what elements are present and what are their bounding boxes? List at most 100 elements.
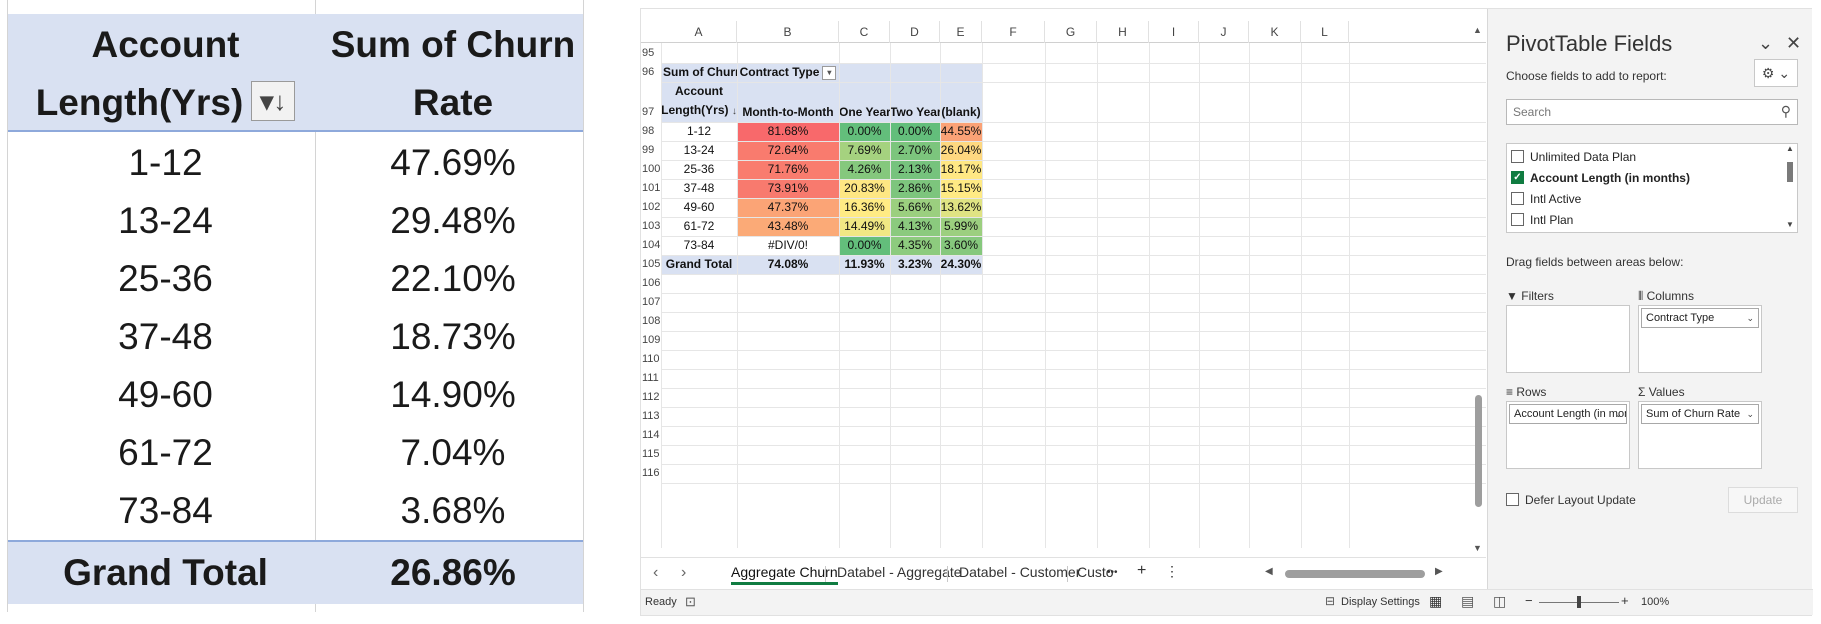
pivot-value-cell[interactable]: #DIV/0! <box>737 236 839 255</box>
pivot-value-cell[interactable]: 7.69% <box>839 141 890 160</box>
pivot-value-cell[interactable]: 72.64% <box>737 141 839 160</box>
checkbox[interactable] <box>1511 150 1524 164</box>
pivot-value-cell[interactable]: 47.37% <box>737 198 839 217</box>
zoom-out-icon[interactable]: − <box>1525 593 1533 608</box>
row-header[interactable]: 95 <box>641 47 661 59</box>
pane-close-icon[interactable]: ✕ <box>1786 33 1801 54</box>
worksheet-grid[interactable]: ABCDEFGHIJKL 95 96 97 98 99 100 101 102 103 104 10… <box>641 9 1486 557</box>
column-header[interactable]: G <box>1045 21 1097 43</box>
pivot-value-cell[interactable]: 2.13% <box>890 160 940 179</box>
field-item[interactable]: Intl Active <box>1511 192 1581 206</box>
pivot-value-cell[interactable]: 0.00% <box>890 122 940 141</box>
pivot-value-cell[interactable]: 2.70% <box>890 141 940 160</box>
field-scroll-up-icon[interactable]: ▲ <box>1786 144 1794 153</box>
pivot-grand-total-label[interactable]: Grand Total <box>661 255 737 274</box>
pivot-value-cell[interactable]: 3.60% <box>940 236 982 255</box>
field-list-scroll-thumb[interactable] <box>1787 162 1793 182</box>
column-header[interactable]: A <box>661 21 737 43</box>
row-header[interactable]: 99 <box>641 144 661 156</box>
values-chip-sum-churn[interactable]: Sum of Churn Rate ⌄ <box>1641 404 1759 424</box>
pivot-grand-total-value[interactable]: 24.30% <box>940 255 982 274</box>
column-header[interactable]: J <box>1199 21 1249 43</box>
pivot-value-cell[interactable]: 20.83% <box>839 179 890 198</box>
update-button[interactable]: Update <box>1728 487 1798 513</box>
horizontal-scrollbar[interactable]: ◀ ▶ <box>1265 566 1443 578</box>
page-break-icon[interactable]: ◫ <box>1493 593 1506 610</box>
display-settings-button[interactable]: Display Settings <box>1341 596 1420 608</box>
pivot-column-field[interactable]: Contract Type ▾ <box>737 63 839 82</box>
row-header[interactable]: 113 <box>641 410 661 422</box>
column-header[interactable]: C <box>839 21 890 43</box>
pivot-row-label[interactable]: 1-12 <box>661 122 737 141</box>
pivot-value-cell[interactable]: 26.04% <box>940 141 982 160</box>
pivot-col-header[interactable]: Month-to-Month <box>737 82 839 122</box>
scroll-right-icon[interactable]: ▶ <box>1435 566 1443 577</box>
row-header[interactable]: 104 <box>641 239 661 251</box>
pane-options-chevron-icon[interactable]: ⌄ <box>1758 33 1773 54</box>
column-header[interactable]: K <box>1249 21 1301 43</box>
row-header[interactable]: 97 <box>641 106 661 118</box>
field-search-input[interactable]: Search ⚲ <box>1506 99 1798 125</box>
columns-area[interactable]: Contract Type ⌄ <box>1638 305 1762 373</box>
pivot-value-cell[interactable]: 81.68% <box>737 122 839 141</box>
defer-checkbox[interactable] <box>1506 493 1519 507</box>
tab-next-icon[interactable]: › <box>681 564 686 582</box>
row-header[interactable]: 111 <box>641 372 661 384</box>
display-settings-icon[interactable]: ⊟ <box>1325 594 1335 608</box>
pivot-row-label[interactable]: 61-72 <box>661 217 737 236</box>
field-list-scrollbar[interactable]: ▲ ▼ <box>1785 144 1795 230</box>
field-item[interactable]: ✓ Account Length (in months) <box>1511 171 1690 185</box>
values-area[interactable]: Sum of Churn Rate ⌄ <box>1638 401 1762 469</box>
pivot-value-cell[interactable]: 4.35% <box>890 236 940 255</box>
column-header[interactable]: H <box>1097 21 1149 43</box>
pivot-row-label[interactable]: 13-24 <box>661 141 737 160</box>
gear-icon[interactable]: ⚙ ⌄ <box>1754 59 1798 87</box>
pivot-grand-total-value[interactable]: 74.08% <box>737 255 839 274</box>
column-header[interactable]: B <box>737 21 839 43</box>
pivot-col-header[interactable]: (blank) <box>940 82 982 122</box>
columns-chip-contract-type[interactable]: Contract Type ⌄ <box>1641 308 1759 328</box>
pivot-value-cell[interactable]: 44.55% <box>940 122 982 141</box>
pivot-value-cell[interactable]: 43.48% <box>737 217 839 236</box>
tab-databel-aggregate[interactable]: Databel - Aggregate <box>837 564 962 580</box>
row-header[interactable]: 98 <box>641 125 661 137</box>
row-header[interactable]: 109 <box>641 334 661 346</box>
zoom-slider-thumb[interactable] <box>1577 596 1581 608</box>
pivot-row-label[interactable]: 37-48 <box>661 179 737 198</box>
accessibility-icon[interactable]: ⊡ <box>685 594 696 610</box>
filters-area[interactable] <box>1506 305 1630 373</box>
pivot-row-label[interactable]: 25-36 <box>661 160 737 179</box>
tab-databel-customer[interactable]: Databel - Customer <box>959 564 1080 580</box>
row-header[interactable]: 106 <box>641 277 661 289</box>
scroll-left-icon[interactable]: ◀ <box>1265 566 1273 577</box>
column-header[interactable]: L <box>1301 21 1349 43</box>
row-header[interactable]: 100 <box>641 163 661 175</box>
page-layout-icon[interactable]: ▤ <box>1461 593 1474 610</box>
row-header[interactable]: 110 <box>641 353 661 365</box>
checkbox[interactable] <box>1511 192 1524 206</box>
pivot-grand-total-value[interactable]: 3.23% <box>890 255 940 274</box>
pivot-value-cell[interactable]: 14.49% <box>839 217 890 236</box>
normal-view-icon[interactable]: ▦ <box>1429 593 1442 610</box>
pivot-value-cell[interactable]: 73.91% <box>737 179 839 198</box>
checkbox[interactable]: ✓ <box>1511 171 1524 185</box>
chip-dropdown-icon[interactable]: ⌄ <box>1614 405 1622 423</box>
pivot-value-cell[interactable]: 5.66% <box>890 198 940 217</box>
row-header[interactable]: 112 <box>641 391 661 403</box>
row-header[interactable]: 108 <box>641 315 661 327</box>
filter-dropdown-icon[interactable]: ▾ <box>822 65 837 80</box>
column-header[interactable]: I <box>1149 21 1199 43</box>
field-item[interactable]: Intl Plan <box>1511 213 1573 227</box>
zoom-level[interactable]: 100% <box>1641 596 1669 608</box>
pivot-row-label[interactable]: 73-84 <box>661 236 737 255</box>
rows-chip-account-length[interactable]: Account Length (in mon... ⌄ <box>1509 404 1627 424</box>
row-header[interactable]: 102 <box>641 201 661 213</box>
field-item[interactable]: Unlimited Data Plan <box>1511 150 1636 164</box>
field-scroll-down-icon[interactable]: ▼ <box>1786 220 1794 229</box>
pivot-value-cell[interactable]: 4.26% <box>839 160 890 179</box>
row-header[interactable]: 105 <box>641 258 661 270</box>
row-header[interactable]: 107 <box>641 296 661 308</box>
pivot-value-cell[interactable]: 5.99% <box>940 217 982 236</box>
row-header[interactable]: 103 <box>641 220 661 232</box>
pivot-value-cell[interactable]: 13.62% <box>940 198 982 217</box>
